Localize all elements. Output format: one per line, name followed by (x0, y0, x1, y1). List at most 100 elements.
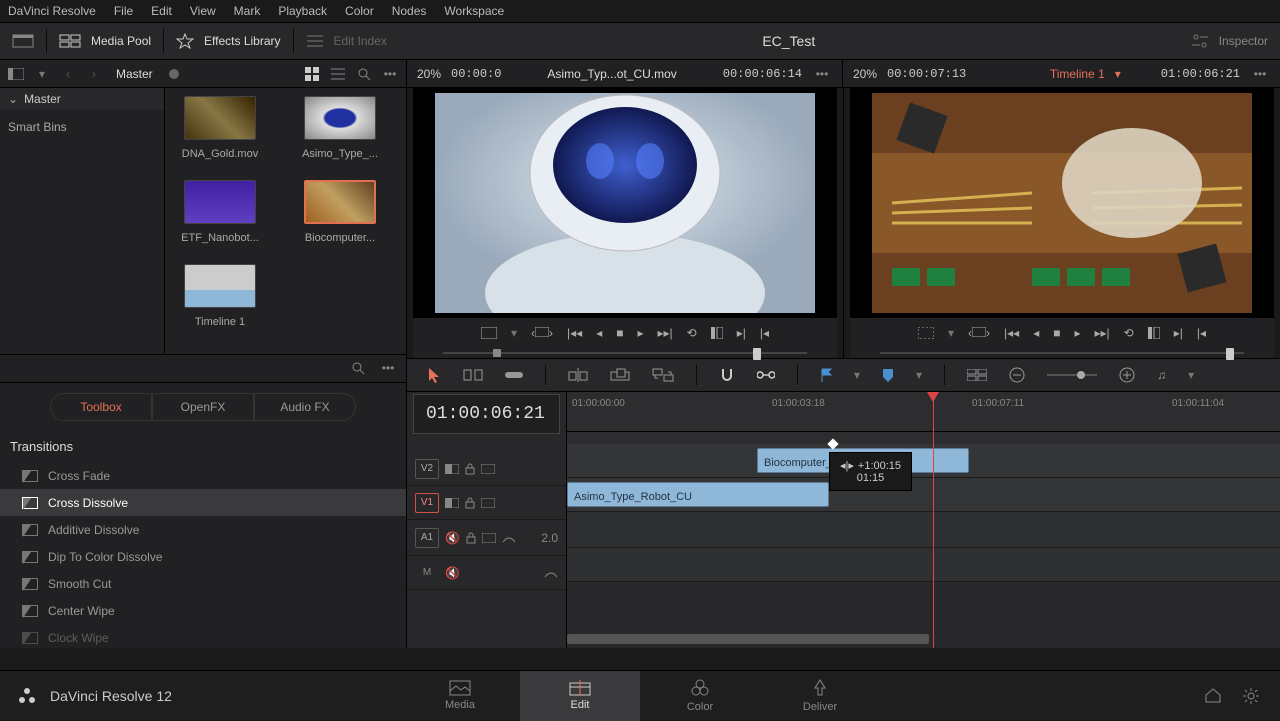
mute-icon[interactable]: 🔇 (445, 566, 460, 580)
track-v1[interactable]: Asimo_Type_Robot_CU (567, 478, 1280, 512)
menu-nodes[interactable]: Nodes (392, 4, 427, 18)
viewer-mode-icon[interactable] (918, 327, 934, 339)
play-icon[interactable]: ▸ (1074, 326, 1080, 340)
timeline-scrollbar[interactable] (567, 634, 929, 644)
transition-item[interactable]: Dip To Color Dissolve (0, 543, 406, 570)
tab-toolbox[interactable]: Toolbox (50, 393, 152, 421)
stop-icon[interactable]: ■ (616, 326, 623, 340)
marker-icon[interactable] (882, 368, 894, 382)
timeline-view-icon[interactable] (967, 369, 987, 381)
zoom-out-icon[interactable] (1009, 367, 1025, 383)
track-header-m[interactable]: M 🔇 (407, 556, 566, 590)
effects-library-label[interactable]: Effects Library (204, 34, 280, 48)
loop-icon[interactable]: ⟲ (687, 326, 697, 340)
track-label[interactable]: A1 (415, 528, 439, 548)
timeline-thumb[interactable]: Timeline 1 (175, 264, 265, 328)
goto-out-icon[interactable]: |◂ (760, 326, 769, 340)
track-label[interactable]: V2 (415, 459, 439, 479)
playhead[interactable] (933, 392, 934, 648)
lock-icon[interactable] (465, 497, 475, 509)
lock-icon[interactable] (466, 532, 476, 544)
more-icon[interactable]: ••• (378, 358, 398, 378)
track-view-icon[interactable] (481, 498, 495, 508)
replace-icon[interactable] (652, 368, 674, 382)
link-icon[interactable] (757, 369, 775, 381)
goto-in-icon[interactable] (1148, 327, 1160, 339)
track-v2[interactable]: Biocomputer_CU (567, 444, 1280, 478)
tab-openfx[interactable]: OpenFX (152, 393, 254, 421)
track-a1[interactable] (567, 512, 1280, 548)
stop-icon[interactable]: ■ (1053, 326, 1060, 340)
step-fwd-icon[interactable]: ▸▸| (658, 326, 673, 340)
inspector-icon[interactable] (1191, 33, 1209, 49)
goto-start-icon[interactable]: |◂◂ (1004, 326, 1019, 340)
media-pool-icon[interactable] (59, 34, 81, 48)
timeline-frame[interactable] (850, 88, 1274, 318)
source-zoom[interactable]: 20% (417, 67, 441, 81)
track-m[interactable] (567, 548, 1280, 582)
timeline-dropdown-icon[interactable]: ▾ (1115, 67, 1121, 81)
transition-item[interactable]: Cross Fade (0, 462, 406, 489)
source-more-icon[interactable]: ••• (812, 64, 832, 84)
list-view-icon[interactable] (328, 64, 348, 84)
source-scrubber[interactable] (413, 348, 837, 358)
goto-in-icon[interactable] (711, 327, 723, 339)
play-icon[interactable]: ▸ (637, 326, 643, 340)
search-icon[interactable] (354, 64, 374, 84)
page-media[interactable]: Media (400, 671, 520, 721)
track-view-icon[interactable] (481, 464, 495, 474)
panel-toggle-icon[interactable] (6, 64, 26, 84)
zoom-in-icon[interactable] (1119, 367, 1135, 383)
menu-mark[interactable]: Mark (234, 4, 261, 18)
curve-icon[interactable] (544, 568, 558, 578)
grid-view-icon[interactable] (302, 64, 322, 84)
lock-icon[interactable] (465, 463, 475, 475)
smart-bins-label[interactable]: Smart Bins (0, 110, 164, 144)
loop-icon[interactable]: ⟲ (1124, 326, 1134, 340)
mute-icon[interactable]: 🔇 (445, 531, 460, 545)
gear-icon[interactable] (1242, 687, 1260, 705)
transition-item[interactable]: Clock Wipe (0, 624, 406, 648)
goto-end-icon[interactable]: ▸| (737, 326, 746, 340)
goto-start-icon[interactable]: |◂◂ (567, 326, 582, 340)
page-color[interactable]: Color (640, 671, 760, 721)
menu-file[interactable]: File (114, 4, 133, 18)
track-header-v2[interactable]: V2 (407, 452, 566, 486)
curve-icon[interactable] (502, 533, 516, 543)
timeline-body[interactable]: 01:00:00:00 01:00:03:18 01:00:07:11 01:0… (567, 392, 1280, 648)
track-header-v1[interactable]: V1 (407, 486, 566, 520)
edit-index-icon[interactable] (306, 34, 324, 48)
transition-item[interactable]: Center Wipe (0, 597, 406, 624)
timeline-scrubber[interactable] (850, 348, 1274, 358)
match-frame-icon[interactable]: ‹› (531, 326, 553, 340)
clip-thumb[interactable]: Biocomputer... (295, 180, 385, 244)
clip-thumb[interactable]: Asimo_Type_... (295, 96, 385, 160)
nav-back-icon[interactable]: ‹ (58, 64, 78, 84)
menu-view[interactable]: View (190, 4, 216, 18)
track-toggle-icon[interactable] (445, 498, 459, 508)
search-icon[interactable] (348, 358, 368, 378)
inspector-label[interactable]: Inspector (1219, 34, 1268, 48)
music-icon[interactable]: ♫ (1157, 368, 1166, 382)
bin-path[interactable]: Master (116, 67, 153, 81)
step-fwd-icon[interactable]: ▸▸| (1095, 326, 1110, 340)
clip[interactable]: Asimo_Type_Robot_CU (567, 482, 829, 507)
transition-item[interactable]: Additive Dissolve (0, 516, 406, 543)
slider-dot[interactable] (169, 69, 179, 79)
timeline-more-icon[interactable]: ••• (1250, 64, 1270, 84)
page-deliver[interactable]: Deliver (760, 671, 880, 721)
snap-icon[interactable] (719, 367, 735, 383)
more-icon[interactable]: ••• (380, 64, 400, 84)
flag-icon[interactable] (820, 368, 832, 382)
blade-tool-icon[interactable] (505, 369, 523, 381)
transition-item[interactable]: Smooth Cut (0, 570, 406, 597)
track-view-icon[interactable] (482, 533, 496, 543)
home-icon[interactable] (1204, 687, 1222, 705)
menu-edit[interactable]: Edit (151, 4, 172, 18)
timeline-name[interactable]: Timeline 1 (1050, 67, 1105, 81)
match-frame-icon[interactable]: ‹› (968, 326, 990, 340)
clip-thumb[interactable]: DNA_Gold.mov (175, 96, 265, 160)
clip-thumb[interactable]: ETF_Nanobot... (175, 180, 265, 244)
arrow-tool-icon[interactable] (427, 367, 441, 383)
menu-app[interactable]: DaVinci Resolve (8, 4, 96, 18)
